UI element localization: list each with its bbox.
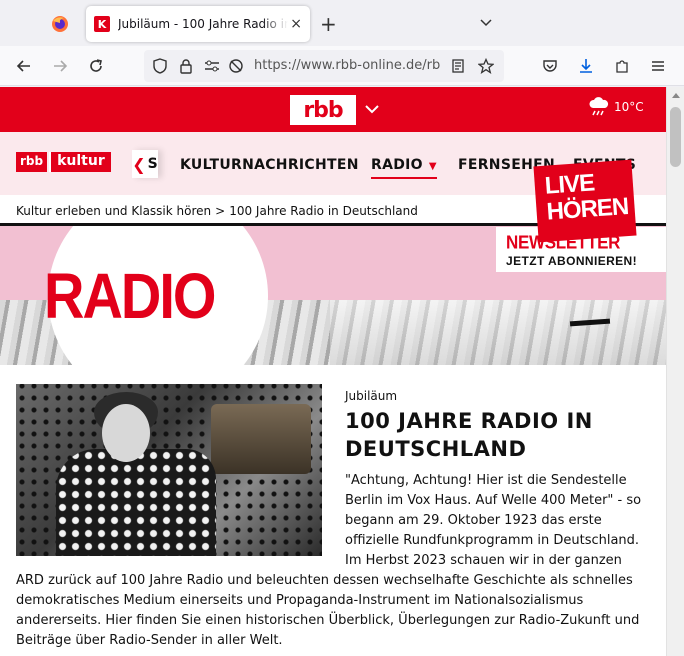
body-line: Berlin im Vox Haus. Auf Welle 400 Meter"… bbox=[345, 493, 642, 508]
chevron-left-icon: ❮ bbox=[132, 154, 146, 174]
body-line: Im Herbst 2023 schauen wir in der ganzen bbox=[345, 553, 622, 568]
nav-item-radio-label: RADIO bbox=[371, 157, 423, 173]
breadcrumb-link[interactable]: Kultur erleben und Klassik hören bbox=[16, 204, 211, 218]
firefox-icon[interactable] bbox=[50, 14, 70, 34]
nav-item-peek: S bbox=[147, 156, 158, 172]
nav-scroll-left-button[interactable]: ❮ S bbox=[132, 150, 158, 178]
chevron-down-icon[interactable] bbox=[478, 14, 494, 30]
logo-rbb: rbb bbox=[16, 152, 48, 172]
temperature: 10°C bbox=[614, 100, 644, 114]
nav-item-radio[interactable]: RADIO ▼ bbox=[371, 157, 437, 179]
breadcrumb-separator: > bbox=[215, 204, 226, 218]
bookmark-star-icon[interactable] bbox=[478, 58, 494, 74]
rbb-header: rbb 10°C bbox=[0, 87, 666, 132]
chevron-down-icon[interactable] bbox=[364, 101, 380, 117]
article-headline: 100 JAHRE RADIO IN DEUTSCHLAND bbox=[345, 409, 593, 461]
body-line: ARD zurück auf 100 Jahre Radio und beleu… bbox=[16, 573, 633, 588]
dress-shape bbox=[56, 449, 216, 556]
rbbkultur-logo[interactable]: rbb kultur bbox=[16, 152, 111, 172]
breadcrumb: Kultur erleben und Klassik hören >100 Jah… bbox=[16, 204, 418, 218]
download-icon[interactable] bbox=[576, 56, 596, 76]
tab-active[interactable]: K Jubiläum - 100 Jahre Radio in Deutschl… bbox=[86, 6, 310, 42]
rbbkultur-favicon-icon: K bbox=[94, 16, 110, 32]
weather-widget[interactable]: 10°C bbox=[588, 97, 644, 117]
body-line: andererseits. Hier finden Sie einen hist… bbox=[16, 613, 640, 628]
permissions-icon[interactable] bbox=[204, 58, 220, 74]
article-body-float: "Achtung, Achtung! Hier ist die Sendeste… bbox=[345, 471, 655, 571]
pocket-icon[interactable] bbox=[540, 56, 560, 76]
article-body-full: ARD zurück auf 100 Jahre Radio und beleu… bbox=[16, 571, 656, 651]
breadcrumb-current: 100 Jahre Radio in Deutschland bbox=[229, 204, 418, 218]
shield-icon[interactable] bbox=[152, 58, 168, 74]
navigation-toolbar: https://www.rbb-online.de/rbbkultur bbox=[0, 46, 684, 86]
newsletter-line2: JETZT ABONNIEREN! bbox=[506, 254, 638, 268]
tab-close-icon[interactable]: × bbox=[290, 16, 302, 32]
live-line2: HÖREN bbox=[545, 193, 630, 226]
dropdown-triangle-icon: ▼ bbox=[428, 161, 437, 172]
scroll-thumb[interactable] bbox=[670, 107, 681, 167]
back-icon[interactable] bbox=[14, 56, 34, 76]
live-hoeren-button[interactable]: LIVE HÖREN bbox=[533, 159, 637, 243]
body-line: "Achtung, Achtung! Hier ist die Sendeste… bbox=[345, 473, 627, 488]
reload-icon[interactable] bbox=[86, 56, 106, 76]
page-viewport: rbb 10°C rbb kultur ❮ S KULTURNACHRICHTE… bbox=[0, 87, 666, 656]
scroll-up-icon[interactable] bbox=[672, 93, 680, 98]
url-text[interactable]: https://www.rbb-online.de/rbbkultur bbox=[254, 58, 440, 73]
radio-set-shape bbox=[211, 404, 311, 474]
rbb-logo[interactable]: rbb bbox=[290, 95, 356, 125]
body-line: offizielle Rundfunkprogramm in Deutschla… bbox=[345, 533, 640, 548]
nav-item-kulturnachrichten[interactable]: KULTURNACHRICHTEN bbox=[180, 157, 359, 173]
rain-cloud-icon bbox=[589, 97, 609, 116]
extensions-icon[interactable] bbox=[612, 56, 632, 76]
new-tab-button[interactable]: + bbox=[320, 12, 337, 36]
page-scrollbar[interactable] bbox=[666, 87, 684, 656]
hero-title: RADIO bbox=[44, 259, 216, 332]
url-bar[interactable]: https://www.rbb-online.de/rbbkultur bbox=[144, 50, 504, 82]
body-line: Beiträge über Radio-Sender in aller Welt… bbox=[16, 633, 283, 648]
reader-icon[interactable] bbox=[450, 58, 466, 74]
camera-off-icon[interactable] bbox=[228, 58, 244, 74]
body-line: demokratisches Medium einerseits und Pro… bbox=[16, 593, 584, 608]
body-line: begann am 29. Oktober 1923 das erste bbox=[345, 513, 602, 528]
forward-icon[interactable] bbox=[50, 56, 70, 76]
article-image[interactable] bbox=[16, 384, 322, 556]
menu-icon[interactable] bbox=[648, 56, 668, 76]
lock-icon[interactable] bbox=[178, 58, 194, 74]
article-kicker: Jubiläum bbox=[345, 389, 398, 403]
hero-banner: RADIO NEWSLETTER JETZT ABONNIEREN! bbox=[0, 226, 666, 365]
face-shape bbox=[102, 404, 150, 462]
tab-title: Jubiläum - 100 Jahre Radio in Deutschlan… bbox=[118, 17, 288, 31]
logo-kultur: kultur bbox=[49, 152, 111, 172]
tab-bar: K Jubiläum - 100 Jahre Radio in Deutschl… bbox=[0, 0, 684, 46]
